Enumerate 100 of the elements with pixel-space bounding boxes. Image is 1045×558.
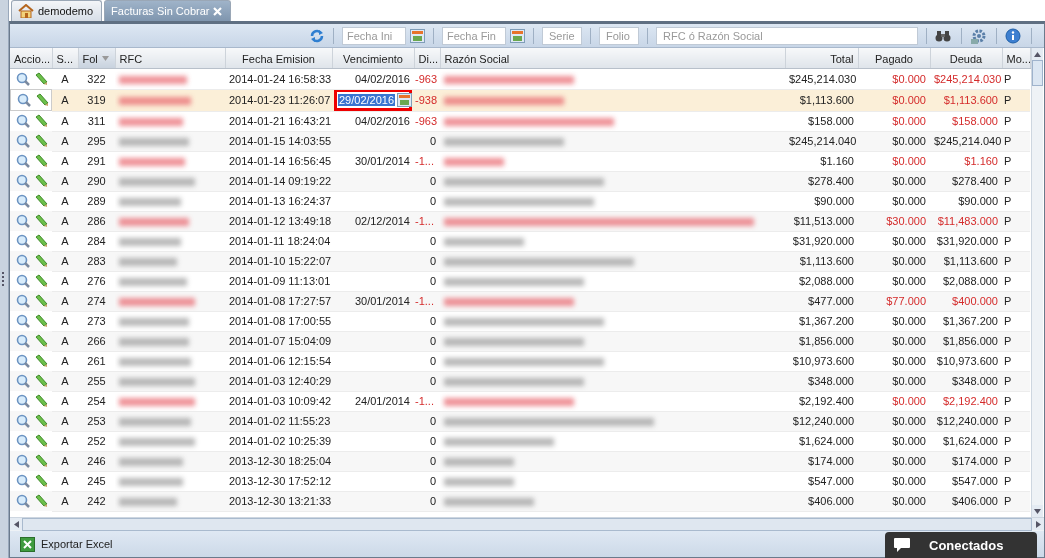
redacted-text [119, 218, 189, 227]
filter-field[interactable]: Fecha Fin [442, 26, 506, 45]
column-header[interactable]: Total [785, 48, 858, 69]
column-header[interactable]: Fecha Emision [225, 48, 332, 69]
tab[interactable]: demodemo [11, 0, 103, 21]
magnifier-icon[interactable] [16, 494, 30, 508]
table-cell: $1,113.600 [785, 251, 858, 271]
vertical-scrollbar[interactable] [1030, 48, 1043, 517]
table-cell: $2,088.000 [785, 271, 858, 291]
magnifier-icon[interactable] [16, 214, 30, 228]
magnifier-icon[interactable] [16, 354, 30, 368]
table-row[interactable]: A 290 2014-01-14 09:19:22 0 $278.400 $0.000 $278.400 P [10, 171, 1030, 191]
column-header[interactable]: Accio... [10, 48, 52, 69]
scrollbar-thumb[interactable] [1031, 60, 1043, 86]
table-cell: A [52, 431, 78, 451]
table-row[interactable]: A 274 2014-01-08 17:27:57 30/01/2014 -1... $477.000 $77.000 $400.000 P [10, 291, 1030, 311]
refresh-icon[interactable] [309, 27, 325, 44]
magnifier-icon[interactable] [16, 474, 30, 488]
table-cell: P [1002, 191, 1030, 211]
table-row[interactable]: A 295 2014-01-15 14:03:55 0 $245,214.040 $0.000 $245,214.040 P [10, 131, 1030, 151]
magnifier-icon[interactable] [16, 294, 30, 308]
pencil-icon[interactable] [34, 294, 48, 308]
calendar-icon[interactable] [410, 28, 425, 43]
pencil-icon[interactable] [34, 374, 48, 388]
filter-field[interactable]: Serie [542, 26, 582, 45]
magnifier-icon[interactable] [16, 334, 30, 348]
calendar-icon[interactable] [397, 93, 413, 107]
table-row[interactable]: A 266 2014-01-07 15:04:09 0 $1,856.000 $0.000 $1,856.000 P [10, 331, 1030, 351]
column-header[interactable]: Pagado [858, 48, 930, 69]
scroll-down-icon[interactable] [1033, 508, 1041, 514]
pencil-icon[interactable] [34, 474, 48, 488]
pencil-icon[interactable] [34, 114, 48, 128]
magnifier-icon[interactable] [16, 314, 30, 328]
pencil-icon[interactable] [34, 314, 48, 328]
magnifier-icon[interactable] [16, 434, 30, 448]
pencil-icon[interactable] [34, 274, 48, 288]
magnifier-icon[interactable] [16, 114, 30, 128]
table-row[interactable]: A 242 2013-12-30 13:21:33 0 $406.000 $0.000 $406.000 P [10, 491, 1030, 511]
column-header[interactable]: RFC [115, 48, 225, 69]
filter-field[interactable]: Folio [599, 26, 639, 45]
magnifier-icon[interactable] [16, 234, 30, 248]
table-row[interactable]: A 246 2013-12-30 18:25:04 0 $174.000 $0.000 $174.000 P [10, 451, 1030, 471]
magnifier-icon[interactable] [16, 134, 30, 148]
scroll-left-icon[interactable] [13, 520, 19, 528]
pencil-icon[interactable] [34, 194, 48, 208]
magnifier-icon[interactable] [17, 93, 31, 107]
column-header[interactable]: Deuda [930, 48, 1002, 69]
filter-field[interactable]: RFC ó Razón Social [656, 26, 918, 45]
pencil-icon[interactable] [34, 394, 48, 408]
pencil-icon[interactable] [34, 494, 48, 508]
magnifier-icon[interactable] [16, 194, 30, 208]
magnifier-icon[interactable] [16, 154, 30, 168]
magnifier-icon[interactable] [16, 394, 30, 408]
pencil-icon[interactable] [34, 254, 48, 268]
pencil-icon[interactable] [34, 174, 48, 188]
magnifier-icon[interactable] [16, 374, 30, 388]
table-cell: $547.000 [785, 471, 858, 491]
export-excel-button[interactable]: Exportar Excel [16, 534, 117, 554]
pencil-icon[interactable] [34, 234, 48, 248]
table-row[interactable]: A 286 2014-01-12 13:49:18 02/12/2014 -1... $11,513.000 $30.000 $11,483.000 P [10, 211, 1030, 231]
table-cell: 2014-01-24 16:58:33 [225, 68, 332, 89]
pencil-icon[interactable] [34, 354, 48, 368]
close-icon[interactable] [213, 6, 223, 16]
table-cell: P [1002, 431, 1030, 451]
pencil-icon[interactable] [34, 134, 48, 148]
table-row[interactable]: A 283 2014-01-10 15:22:07 0 $1,113.600 $0.000 $1,113.600 P [10, 251, 1030, 271]
scroll-up-icon[interactable] [1033, 51, 1041, 57]
table-row[interactable]: A 255 2014-01-03 12:40:29 0 $348.000 $0.000 $348.000 P [10, 371, 1030, 391]
pencil-icon[interactable] [34, 334, 48, 348]
column-header[interactable]: S... [52, 48, 78, 69]
pencil-icon[interactable] [34, 434, 48, 448]
column-header[interactable]: Vencimiento [332, 48, 414, 69]
pencil-icon[interactable] [34, 72, 48, 86]
magnifier-icon[interactable] [16, 454, 30, 468]
column-header[interactable]: Razón Social [440, 48, 785, 69]
table-cell: P [1002, 311, 1030, 331]
splitter-handle[interactable] [2, 272, 6, 286]
gear-icon[interactable] [970, 27, 988, 44]
table-row[interactable]: A 319 2014-01-23 11:26:07 29/02/2016 -938 $1,113.600 $0.000 $1,113.600 P [10, 89, 1030, 111]
magnifier-icon[interactable] [16, 414, 30, 428]
magnifier-icon[interactable] [16, 254, 30, 268]
pencil-icon[interactable] [35, 93, 49, 107]
table-cell: P [1002, 89, 1030, 111]
pencil-icon[interactable] [34, 214, 48, 228]
connected-status-badge[interactable]: Conectados [885, 532, 1037, 558]
calendar-icon[interactable] [510, 28, 525, 43]
redacted-text [119, 238, 181, 247]
column-header[interactable]: Fol [78, 48, 115, 69]
magnifier-icon[interactable] [16, 72, 30, 86]
pencil-icon[interactable] [34, 414, 48, 428]
date-editor-field[interactable]: 29/02/2016 [334, 89, 412, 110]
info-icon[interactable] [1005, 27, 1023, 44]
table-row[interactable]: A 253 2014-01-02 11:55:23 0 $12,240.000 $0.000 $12,240.000 P [10, 411, 1030, 431]
scroll-right-icon[interactable] [1035, 520, 1041, 528]
magnifier-icon[interactable] [16, 174, 30, 188]
pencil-icon[interactable] [34, 454, 48, 468]
magnifier-icon[interactable] [16, 274, 30, 288]
pencil-icon[interactable] [34, 154, 48, 168]
filter-field[interactable]: Fecha Ini [342, 26, 406, 45]
column-header[interactable]: Di... [414, 48, 440, 69]
